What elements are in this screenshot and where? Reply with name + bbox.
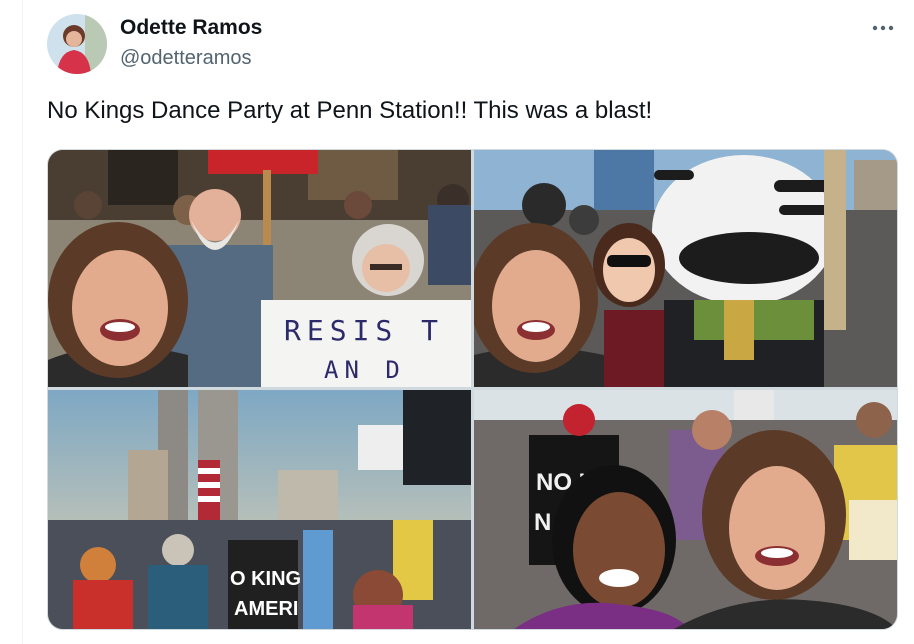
svg-text:AN D: AN D: [324, 356, 406, 384]
timeline-divider: [22, 0, 23, 644]
media-grid: RESIS T AN D O KING AMERI NO KI N: [47, 149, 898, 630]
svg-text:N: N: [534, 509, 551, 536]
svg-text:O KING: O KING: [230, 568, 301, 590]
ellipsis-icon: [872, 25, 894, 31]
tweet-text: No Kings Dance Party at Penn Station!! T…: [47, 97, 653, 124]
svg-text:RESIS T: RESIS T: [284, 314, 444, 347]
photo-selfie-with-protesters[interactable]: RESIS T AN D: [48, 150, 471, 387]
svg-text:AMERI: AMERI: [234, 598, 298, 620]
photo-selfie-with-friend[interactable]: NO KI N: [474, 390, 897, 629]
author-handle[interactable]: @odetteramos: [120, 47, 251, 70]
more-options-button[interactable]: [866, 14, 900, 42]
author-display-name[interactable]: Odette Ramos: [120, 16, 262, 40]
photo-selfie-with-costumed-dancer[interactable]: [474, 150, 897, 387]
profile-photo-icon: [47, 14, 107, 74]
photo-rally-crowd-with-flags[interactable]: O KING AMERI: [48, 390, 471, 629]
author-avatar[interactable]: [47, 14, 107, 74]
